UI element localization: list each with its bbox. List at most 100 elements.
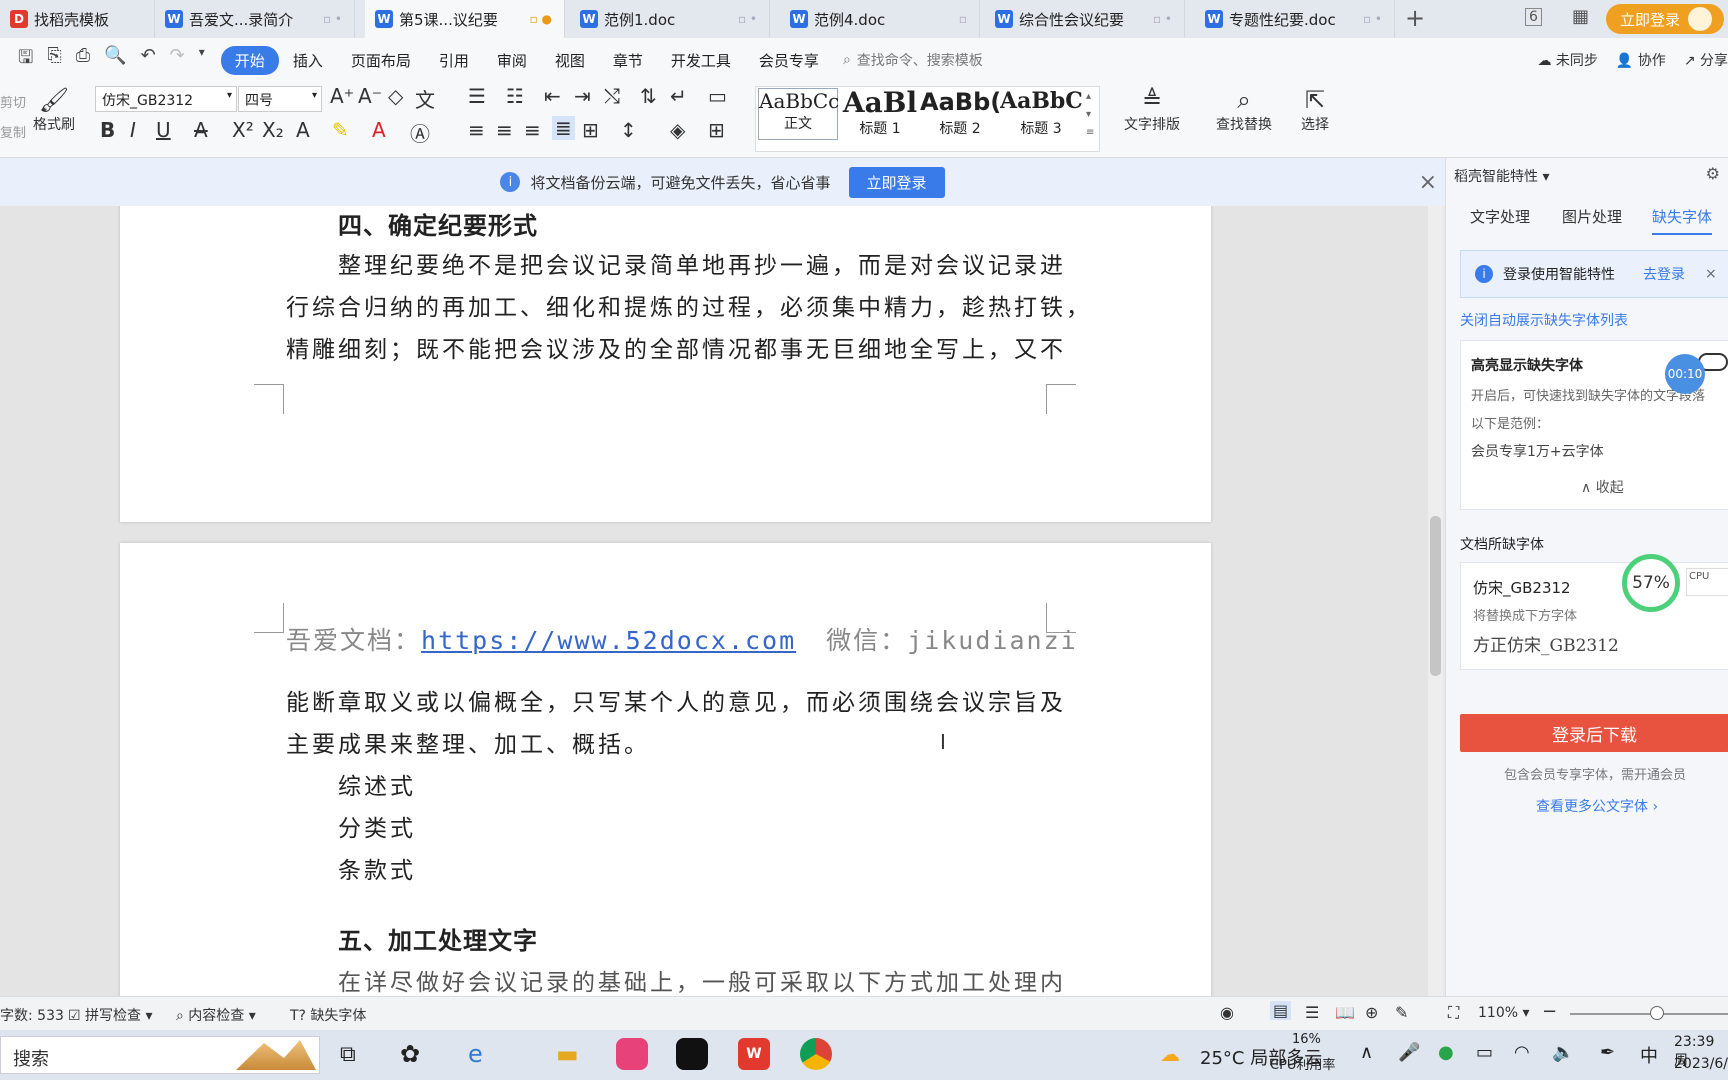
table-icon[interactable]: ▭ (708, 84, 727, 108)
mic-icon[interactable]: 🎤 (1398, 1042, 1420, 1063)
folder-icon[interactable]: ▬ (556, 1040, 579, 1068)
menu-layout[interactable]: 页面布局 (337, 50, 425, 71)
outdent-icon[interactable]: ⇤ (544, 84, 561, 108)
fit-page-icon[interactable]: ⛶ (1448, 1003, 1459, 1023)
panel-tab-missing-font[interactable]: 缺失字体 (1652, 206, 1713, 235)
login-link[interactable]: 去登录 (1643, 264, 1685, 284)
document-canvas[interactable]: 四、确定纪要形式 整理纪要绝不是把会议记录简单地再抄一遍，而是对会议记录进 行综… (0, 206, 1428, 996)
window-count-icon[interactable]: 6 (1525, 8, 1542, 26)
pen-tray-icon[interactable]: ✒ (1600, 1042, 1615, 1063)
panel-tab-image[interactable]: 图片处理 (1562, 206, 1622, 227)
close-auto-link[interactable]: 关闭自动展示缺失字体列表 (1460, 310, 1628, 330)
capcut-icon[interactable] (676, 1038, 708, 1070)
para-mark-icon[interactable]: ↵ (670, 84, 687, 108)
align-left-icon[interactable]: ≡ (468, 118, 485, 142)
app-tray-icon[interactable]: ● (1438, 1042, 1454, 1063)
text-effect-icon[interactable]: A (296, 118, 310, 142)
menu-reference[interactable]: 引用 (425, 50, 483, 71)
line-spacing-icon[interactable]: ↕ (620, 118, 637, 142)
distribute-icon[interactable]: ⊞ (582, 118, 599, 142)
command-search[interactable]: ⌕ 查找命令、搜索模板 (843, 50, 983, 70)
bold-icon[interactable]: B (100, 118, 115, 142)
shading-icon[interactable]: ◈ (670, 118, 685, 142)
number-list-icon[interactable]: ☷ (506, 84, 524, 108)
notice-login-button[interactable]: 立即登录 (848, 166, 945, 198)
app-icon-pink[interactable] (616, 1038, 648, 1070)
align-center-icon[interactable]: ≡ (496, 118, 513, 142)
app-icon-pinwheel[interactable]: ✿ (400, 1040, 420, 1068)
ie-icon[interactable]: e (468, 1040, 483, 1068)
format-painter-button[interactable]: 🖌 格式刷 (30, 86, 78, 134)
gear-icon[interactable]: ⚙ (1706, 164, 1720, 183)
italic-icon[interactable]: I (130, 118, 136, 142)
tab-comprehensive[interactable]: W 综合性会议纪要 ▫ • (985, 0, 1185, 38)
zoom-slider-knob[interactable] (1649, 1006, 1664, 1020)
text-layout-button[interactable]: ≜ 文字排版 (1116, 86, 1188, 134)
zoom-slider[interactable] (1570, 1006, 1728, 1020)
vertical-scrollbar[interactable] (1428, 206, 1443, 996)
tab-daoke[interactable]: D 找稻壳模板 (0, 0, 155, 38)
style-normal[interactable]: AaBbCc 正文 (758, 88, 839, 140)
align-right-icon[interactable]: ≡ (524, 118, 541, 142)
select-button[interactable]: ⇱ 选择 (1290, 86, 1340, 134)
menu-chapter[interactable]: 章节 (599, 50, 657, 71)
strikethrough-icon[interactable]: A (194, 118, 208, 142)
font-size-select[interactable]: 四号 ▾ (238, 86, 322, 112)
shrink-font-icon[interactable]: A⁻ (358, 84, 382, 108)
scroll-thumb[interactable] (1430, 516, 1441, 676)
highlight-icon[interactable]: ✎ (332, 118, 349, 142)
outline-view-icon[interactable]: ☰ (1305, 1003, 1319, 1022)
chrome-icon[interactable] (800, 1038, 832, 1070)
login-button[interactable]: 立即登录 (1606, 4, 1724, 34)
chevron-down-icon[interactable]: ▾ (199, 45, 205, 75)
redo-icon[interactable]: ↷ (170, 45, 185, 75)
style-heading3[interactable]: AaBbC 标题 3 (1000, 88, 1082, 140)
pen-icon[interactable]: ✎ (1395, 1003, 1408, 1022)
tab-meeting-minutes[interactable]: W 第5课...议纪要 ▫ ● (365, 0, 565, 38)
phonetic-icon[interactable]: 文 (415, 84, 435, 113)
tab-special[interactable]: W 专题性纪要.doc ▫ • (1195, 0, 1395, 38)
export-icon[interactable]: ⎘ (47, 45, 61, 75)
missing-font-button[interactable]: T? 缺失字体 (290, 1005, 366, 1025)
download-button[interactable]: 登录后下载 (1460, 714, 1728, 752)
undo-icon[interactable]: ↶ (141, 45, 156, 75)
tab-example1[interactable]: W 范例1.doc ▫ • (570, 0, 770, 38)
char-border-icon[interactable]: Ⓐ (410, 118, 430, 147)
cut-label[interactable]: 剪切 (0, 92, 26, 111)
menu-member[interactable]: 会员专享 (745, 50, 833, 71)
close-icon[interactable]: ▫ • (323, 12, 342, 26)
zoom-select[interactable]: 110% ▾ (1478, 1005, 1530, 1021)
menu-insert[interactable]: 插入 (279, 50, 337, 71)
collapse-button[interactable]: ∧ 收起 (1581, 477, 1624, 497)
task-view-icon[interactable]: ⧉ (340, 1042, 356, 1067)
wifi-icon[interactable]: ◠ (1514, 1042, 1530, 1063)
clock-date[interactable]: 2023/6/ (1674, 1056, 1728, 1072)
font-name-select[interactable]: 仿宋_GB2312 ▾ (95, 86, 237, 112)
read-view-icon[interactable]: 📖 (1335, 1003, 1355, 1022)
panel-title[interactable]: 稻壳智能特性 ▾ (1454, 166, 1549, 186)
subscript-icon[interactable]: X₂ (262, 118, 284, 142)
content-check-button[interactable]: ⌕ 内容检查 ▾ (176, 1005, 256, 1025)
ime-indicator[interactable]: 中 (1640, 1042, 1658, 1068)
superscript-icon[interactable]: X² (232, 118, 254, 142)
word-count[interactable]: 字数: 533 (0, 1005, 64, 1025)
font-color-icon[interactable]: A (372, 118, 386, 142)
menu-review[interactable]: 审阅 (483, 50, 541, 71)
close-icon[interactable]: × (1419, 170, 1437, 195)
menu-devtools[interactable]: 开发工具 (657, 50, 745, 71)
copy-label[interactable]: 复制 (0, 122, 26, 141)
text-direction-icon[interactable]: ⤭ (604, 84, 620, 108)
menu-view[interactable]: 视图 (541, 50, 599, 71)
indent-icon[interactable]: ⇥ (574, 84, 591, 108)
close-icon[interactable]: ▫ (959, 12, 967, 26)
close-icon[interactable]: × (1705, 266, 1717, 282)
print-icon[interactable]: ⎙ (76, 45, 90, 75)
eye-icon[interactable]: ◉ (1220, 1003, 1234, 1022)
spell-check-button[interactable]: ☑ 拼写检查 ▾ (68, 1005, 153, 1025)
panel-tab-text[interactable]: 文字处理 (1470, 206, 1530, 227)
chevron-up-icon[interactable]: ∧ (1360, 1042, 1373, 1063)
preview-icon[interactable]: 🔍 (104, 45, 126, 75)
grid-icon[interactable]: ▦ (1572, 6, 1589, 27)
header-link[interactable]: https://www.52docx.com (421, 626, 796, 655)
close-icon[interactable]: ▫ • (1363, 12, 1382, 26)
